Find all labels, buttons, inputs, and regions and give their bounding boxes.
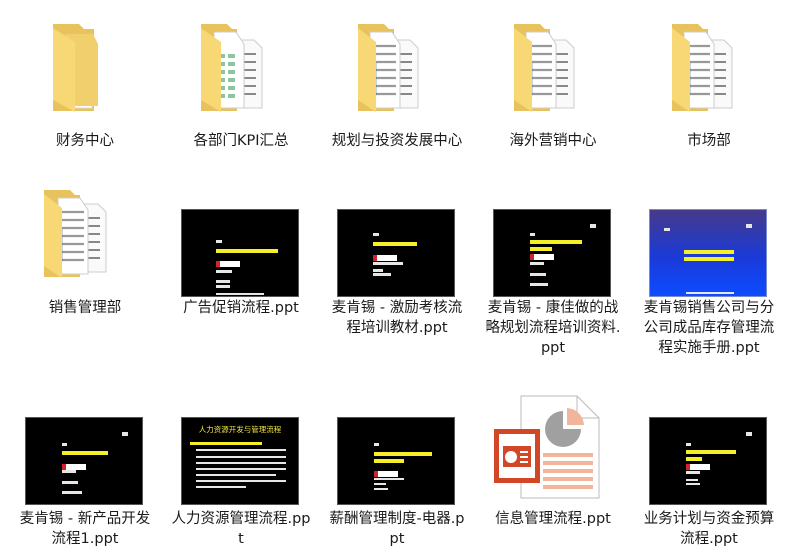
- ppt-thumbnail: [649, 417, 767, 505]
- item-label: 麦肯锡 - 激励考核流程培训教材.ppt: [331, 300, 463, 336]
- folder-icon: [10, 188, 160, 288]
- folder-item[interactable]: 市场部: [634, 18, 784, 188]
- item-label: 财务中心: [56, 133, 114, 149]
- folder-icon: [166, 18, 316, 118]
- folder-icon: [322, 18, 472, 118]
- item-label: 薪酬管理制度-电器.ppt: [329, 511, 465, 547]
- item-label: 业务计划与资金预算流程.ppt: [643, 511, 775, 547]
- ppt-thumbnail: 人力资源开发与管理流程: [181, 417, 299, 505]
- item-label: 海外营销中心: [509, 133, 597, 149]
- folder-icon: [478, 18, 628, 118]
- folder-item[interactable]: 财务中心: [10, 18, 160, 188]
- ppt-thumbnail: [337, 209, 455, 297]
- ppt-thumbnail: [649, 209, 767, 297]
- item-label: 规划与投资发展中心: [331, 133, 463, 149]
- item-label: 人力资源管理流程.ppt: [171, 511, 311, 547]
- item-label: 广告促销流程.ppt: [183, 300, 299, 316]
- ppt-file-item[interactable]: 麦肯锡 - 康佳做的战略规划流程培训资料.ppt: [478, 188, 628, 388]
- item-label: 销售管理部: [48, 300, 122, 316]
- powerpoint-file-icon: [478, 395, 628, 507]
- item-label: 麦肯锡 - 新产品开发流程1.ppt: [19, 511, 151, 547]
- item-label: 各部门KPI汇总: [193, 133, 289, 149]
- folder-icon: [10, 18, 160, 118]
- ppt-file-item[interactable]: 业务计划与资金预算流程.ppt: [634, 395, 784, 556]
- item-label: 信息管理流程.ppt: [495, 511, 611, 527]
- item-label: 麦肯锡销售公司与分公司成品库存管理流程实施手册.ppt: [643, 300, 775, 356]
- folder-item[interactable]: 各部门KPI汇总: [166, 18, 316, 188]
- ppt-file-item[interactable]: 麦肯锡 - 激励考核流程培训教材.ppt: [322, 188, 472, 388]
- folder-item[interactable]: 规划与投资发展中心: [322, 18, 472, 188]
- ppt-file-item[interactable]: 麦肯锡销售公司与分公司成品库存管理流程实施手册.ppt: [634, 188, 784, 388]
- ppt-thumbnail: [493, 209, 611, 297]
- folder-item[interactable]: 销售管理部: [10, 188, 160, 388]
- item-label: 市场部: [687, 133, 731, 149]
- ppt-file-item[interactable]: 薪酬管理制度-电器.ppt: [322, 395, 472, 556]
- ppt-file-item[interactable]: 人力资源开发与管理流程 人力资源管理流程.ppt: [166, 395, 316, 556]
- ppt-file-item[interactable]: 信息管理流程.ppt: [478, 395, 628, 556]
- ppt-file-item[interactable]: 广告促销流程.ppt: [166, 188, 316, 388]
- item-label: 麦肯锡 - 康佳做的战略规划流程培训资料.ppt: [485, 300, 621, 356]
- slide-title: 人力资源开发与管理流程: [198, 425, 282, 434]
- ppt-thumbnail: [25, 417, 143, 505]
- folder-item[interactable]: 海外营销中心: [478, 18, 628, 188]
- ppt-thumbnail: [181, 209, 299, 297]
- folder-icon: [634, 18, 784, 118]
- ppt-file-item[interactable]: 麦肯锡 - 新产品开发流程1.ppt: [10, 395, 160, 556]
- ppt-thumbnail: [337, 417, 455, 505]
